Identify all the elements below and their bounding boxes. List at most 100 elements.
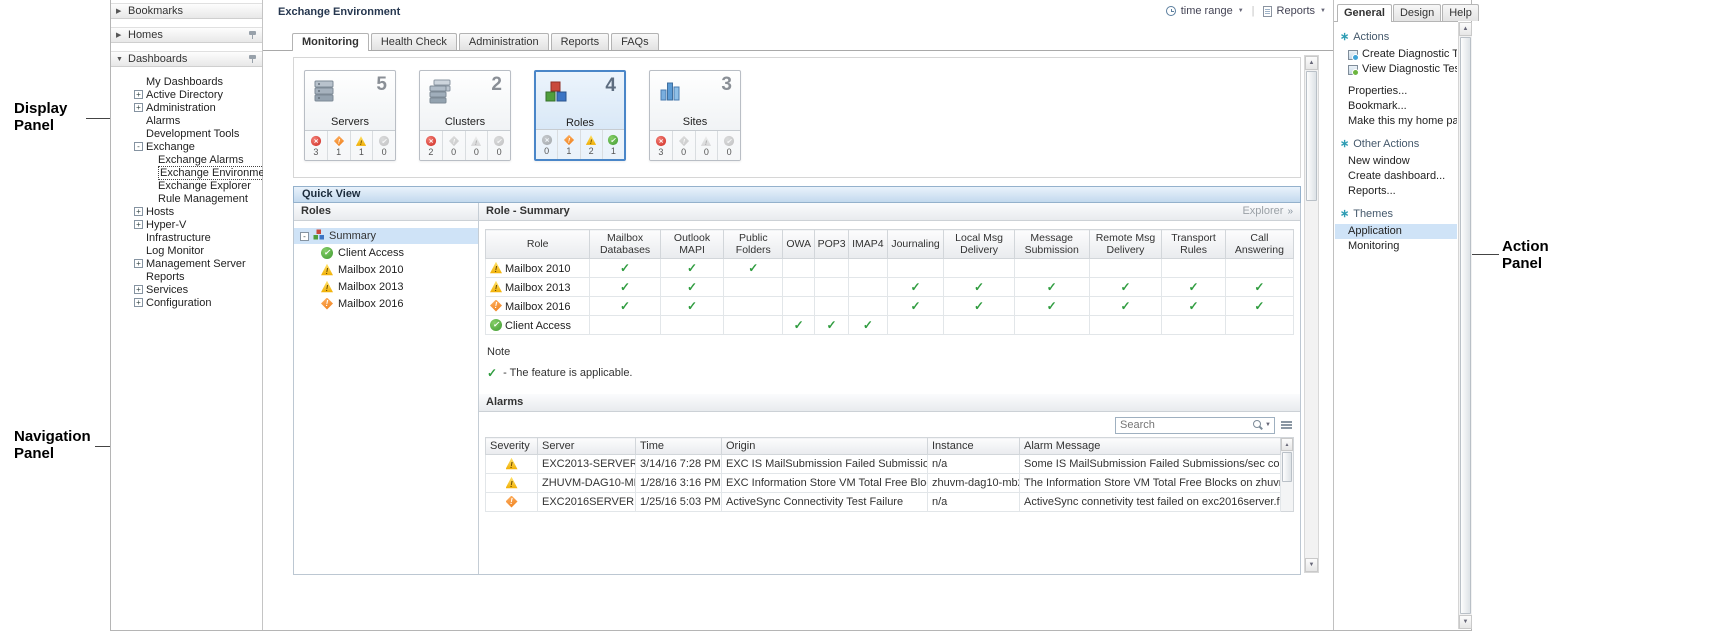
scrollbar-thumb[interactable] [1282, 452, 1292, 482]
nav-item-alarms[interactable]: Alarms [111, 114, 262, 127]
tile-stat-normal[interactable]: 0 [372, 131, 395, 160]
action-new-window[interactable]: New window [1335, 154, 1457, 169]
nav-item-infrastructure[interactable]: Infrastructure [111, 231, 262, 244]
tile-stat-fatal[interactable]: 2 [420, 131, 442, 160]
theme-monitoring[interactable]: Monitoring [1335, 239, 1457, 254]
action-view-diagnostic-tests[interactable]: View Diagnostic Tests [1335, 62, 1457, 77]
time-range-control[interactable]: time range [1181, 5, 1233, 17]
tile-stat-warning[interactable]: 0 [695, 131, 718, 160]
column-header[interactable]: Instance [928, 438, 1020, 455]
nav-section-bookmarks[interactable]: Bookmarks [111, 3, 262, 19]
tile-servers[interactable]: 5 Servers 3 1 1 0 [304, 70, 396, 161]
nav-item-exchange-environment[interactable]: Exchange Environment [111, 166, 262, 179]
plus-box-icon[interactable] [134, 285, 143, 294]
plus-box-icon[interactable] [134, 103, 143, 112]
scroll-down-icon[interactable] [1305, 558, 1318, 572]
column-header[interactable]: Origin [722, 438, 928, 455]
tab-monitoring[interactable]: Monitoring [292, 33, 369, 51]
alarm-row[interactable]: EXC2016SERVER 1/25/16 5:03 PM ActiveSync… [486, 493, 1281, 512]
action-make-home-page[interactable]: Make this my home page [1335, 114, 1457, 129]
tab-help[interactable]: Help [1442, 4, 1479, 21]
nav-section-homes[interactable]: Homes [111, 27, 262, 43]
column-header[interactable]: Journaling [887, 230, 944, 259]
pin-icon[interactable] [248, 54, 257, 64]
roles-tree-item-mailbox-2013[interactable]: Mailbox 2013 [294, 278, 478, 295]
tab-health-check[interactable]: Health Check [371, 33, 457, 50]
minus-box-icon[interactable] [134, 142, 143, 151]
action-panel-scrollbar[interactable] [1458, 22, 1472, 629]
column-header[interactable]: Call Answering [1225, 230, 1293, 259]
nav-item-my-dashboards[interactable]: My Dashboards [111, 75, 262, 88]
other-actions-section-header[interactable]: Other Actions [1340, 138, 1452, 150]
column-header[interactable]: Message Submission [1014, 230, 1089, 259]
nav-item-exchange-explorer[interactable]: Exchange Explorer [111, 179, 262, 192]
tile-stat-critical[interactable]: 0 [672, 131, 695, 160]
pin-icon[interactable] [248, 30, 257, 40]
tab-design[interactable]: Design [1393, 4, 1441, 21]
tile-roles[interactable]: 4 Roles 0 1 2 1 [534, 70, 626, 161]
nav-item-reports[interactable]: Reports [111, 270, 262, 283]
tile-stat-warning[interactable]: 2 [580, 130, 602, 159]
roles-tree-item-mailbox-2010[interactable]: Mailbox 2010 [294, 261, 478, 278]
nav-item-log-monitor[interactable]: Log Monitor [111, 244, 262, 257]
tile-stat-normal[interactable]: 0 [717, 131, 740, 160]
table-row[interactable]: Mailbox 2013 ✓ ✓ ✓ ✓ ✓ ✓ [486, 278, 1294, 297]
roles-tree-item-summary[interactable]: Summary [294, 228, 478, 244]
nav-item-rule-management[interactable]: Rule Management [111, 192, 262, 205]
tile-stat-fatal[interactable]: 3 [305, 131, 327, 160]
scroll-up-icon[interactable] [1459, 22, 1472, 36]
column-header[interactable]: Mailbox Databases [590, 230, 660, 259]
nav-section-dashboards[interactable]: Dashboards [111, 51, 262, 67]
nav-item-active-directory[interactable]: Active Directory [111, 88, 262, 101]
scroll-up-icon[interactable] [1281, 438, 1293, 451]
plus-box-icon[interactable] [134, 207, 143, 216]
theme-application[interactable]: Application [1335, 224, 1457, 239]
column-header[interactable]: Outlook MAPI [660, 230, 724, 259]
scroll-up-icon[interactable] [1305, 56, 1318, 70]
nav-item-configuration[interactable]: Configuration [111, 296, 262, 309]
tile-stat-warning[interactable]: 0 [465, 131, 488, 160]
reports-menu[interactable]: Reports [1277, 5, 1316, 17]
alarm-table-scrollbar[interactable] [1281, 437, 1294, 512]
plus-box-icon[interactable] [134, 90, 143, 99]
table-settings-icon[interactable] [1281, 421, 1292, 430]
main-vertical-scrollbar[interactable] [1304, 55, 1319, 573]
nav-item-hosts[interactable]: Hosts [111, 205, 262, 218]
nav-item-hyper-v[interactable]: Hyper-V [111, 218, 262, 231]
tab-administration[interactable]: Administration [459, 33, 549, 50]
scrollbar-thumb[interactable] [1306, 71, 1317, 201]
action-properties[interactable]: Properties... [1335, 84, 1457, 99]
minus-box-icon[interactable] [300, 232, 309, 241]
alarm-row[interactable]: ZHUVM-DAG10-MB2 1/28/16 3:16 PM EXC Info… [486, 474, 1281, 493]
tile-clusters[interactable]: 2 Clusters 2 0 0 0 [419, 70, 511, 161]
magnifier-icon[interactable] [1253, 420, 1263, 430]
action-create-diagnostic-test[interactable]: Create Diagnostic Test... [1335, 47, 1457, 62]
nav-item-exchange-alarms[interactable]: Exchange Alarms [111, 153, 262, 166]
tile-stat-critical[interactable]: 1 [327, 131, 350, 160]
column-header[interactable]: Local Msg Delivery [944, 230, 1014, 259]
tile-sites[interactable]: 3 Sites 3 0 0 0 [649, 70, 741, 161]
tab-faqs[interactable]: FAQs [611, 33, 659, 50]
tile-stat-critical[interactable]: 0 [442, 131, 465, 160]
action-create-dashboard[interactable]: Create dashboard... [1335, 169, 1457, 184]
actions-section-header[interactable]: Actions [1340, 31, 1452, 43]
nav-item-exchange[interactable]: Exchange [111, 140, 262, 153]
table-row[interactable]: Client Access ✓ ✓ ✓ [486, 316, 1294, 335]
tile-stat-fatal[interactable]: 3 [650, 131, 672, 160]
tile-stat-critical[interactable]: 1 [557, 130, 579, 159]
column-header[interactable]: Time [636, 438, 722, 455]
scroll-down-icon[interactable] [1459, 615, 1472, 629]
plus-box-icon[interactable] [134, 298, 143, 307]
roles-tree-item-client-access[interactable]: Client Access [294, 244, 478, 261]
plus-box-icon[interactable] [134, 220, 143, 229]
column-header[interactable]: OWA [783, 230, 815, 259]
column-header[interactable]: Server [538, 438, 636, 455]
search-input[interactable] [1116, 419, 1253, 431]
roles-tree-item-mailbox-2016[interactable]: Mailbox 2016 [294, 295, 478, 312]
nav-item-services[interactable]: Services [111, 283, 262, 296]
column-header[interactable]: Public Folders [724, 230, 783, 259]
tile-stat-normal[interactable]: 1 [602, 130, 624, 159]
tab-general[interactable]: General [1337, 4, 1392, 22]
nav-item-development-tools[interactable]: Development Tools [111, 127, 262, 140]
themes-section-header[interactable]: Themes [1340, 208, 1452, 220]
